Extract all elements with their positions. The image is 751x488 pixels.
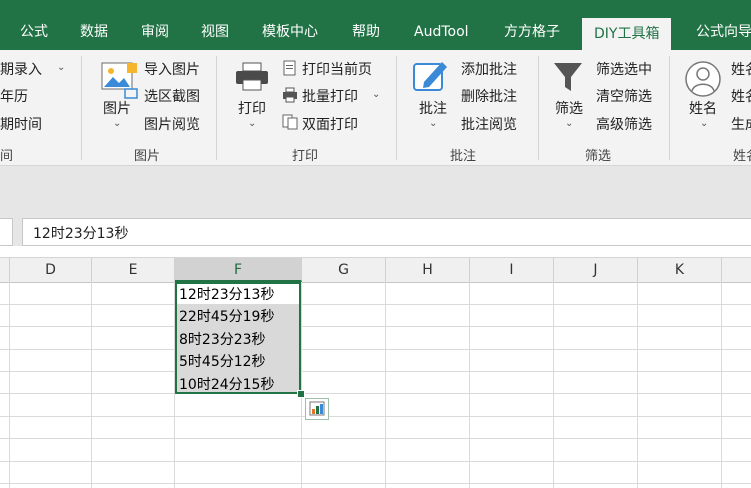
print-big-button[interactable]: 打印 xyxy=(238,98,266,118)
column-header-g[interactable]: G xyxy=(302,258,386,282)
chevron-down-icon: ⌄ xyxy=(565,118,574,129)
toolbar-band xyxy=(0,166,751,214)
tab-fangfang-gezi[interactable]: 方方格子 xyxy=(504,14,560,50)
delete-comment-button[interactable]: 删除批注 xyxy=(461,86,517,106)
picture-viewer-button[interactable]: 图片阅览 xyxy=(144,114,200,134)
ribbon-tab-bar: 公式 数据 审阅 视图 模板中心 帮助 AudTool 方方格子 DIY工具箱 … xyxy=(0,14,751,50)
group-divider xyxy=(216,56,217,160)
chevron-down-icon: ⌄ xyxy=(700,118,709,129)
batch-print-button[interactable]: 批量打印 xyxy=(302,86,358,106)
column-header-stub xyxy=(0,258,10,282)
import-picture-icon xyxy=(126,62,138,74)
column-header-j[interactable]: J xyxy=(554,258,638,282)
name-box[interactable] xyxy=(0,218,13,246)
print-page-icon xyxy=(282,60,298,76)
column-header-k[interactable]: K xyxy=(638,258,722,282)
tab-help[interactable]: 帮助 xyxy=(352,14,380,50)
chevron-down-icon: ⌄ xyxy=(57,62,66,73)
duplex-print-button[interactable]: 双面打印 xyxy=(302,114,358,134)
add-comment-button[interactable]: 添加批注 xyxy=(461,59,517,79)
cell-f3[interactable]: 8时23分23秒 xyxy=(179,329,266,349)
cell-f2[interactable]: 22时45分19秒 xyxy=(179,306,274,326)
group-divider xyxy=(396,56,397,160)
duplex-print-icon xyxy=(282,114,298,130)
group-divider xyxy=(669,56,670,160)
chevron-down-icon: ⌄ xyxy=(429,118,438,129)
column-header-e[interactable]: E xyxy=(92,258,175,282)
print-current-page-button[interactable]: 打印当前页 xyxy=(302,59,372,79)
tab-formulas[interactable]: 公式 xyxy=(20,14,48,50)
comment-group-label: 批注 xyxy=(450,149,477,164)
clear-filter-button[interactable]: 清空筛选 xyxy=(596,86,652,106)
selection-screenshot-button[interactable]: 选区截图 xyxy=(144,86,200,106)
chevron-down-icon: ⌄ xyxy=(248,118,257,129)
formula-value: 12时23分13秒 xyxy=(33,226,129,242)
tab-audtool[interactable]: AudTool xyxy=(414,14,469,50)
comment-big-button[interactable]: 批注 xyxy=(419,98,447,118)
tab-review[interactable]: 审阅 xyxy=(141,14,169,50)
advanced-filter-button[interactable]: 高级筛选 xyxy=(596,114,652,134)
quick-analysis-icon xyxy=(309,401,325,416)
formula-input[interactable]: 12时23分13秒 xyxy=(22,218,751,246)
name-item-button[interactable]: 姓名 xyxy=(731,86,751,106)
chevron-down-icon: ⌄ xyxy=(113,118,122,129)
person-icon[interactable] xyxy=(684,60,722,98)
import-picture-button[interactable]: 导入图片 xyxy=(144,59,200,79)
column-header-f[interactable]: F xyxy=(175,258,302,282)
group-divider xyxy=(538,56,539,160)
chevron-down-icon: ⌄ xyxy=(372,89,381,100)
printer-icon[interactable] xyxy=(234,62,270,92)
comment-edit-icon[interactable] xyxy=(412,58,452,94)
title-bar xyxy=(0,0,751,14)
date-group-label: 间 xyxy=(0,149,14,164)
screenshot-icon xyxy=(124,88,138,100)
gridlines xyxy=(0,282,751,488)
quick-analysis-button[interactable] xyxy=(305,398,329,420)
column-header-d[interactable]: D xyxy=(10,258,92,282)
column-header-stub xyxy=(722,258,751,282)
tab-diy-toolbox[interactable]: DIY工具箱 xyxy=(582,18,672,50)
filter-group-label: 筛选 xyxy=(585,149,612,164)
cell-f1[interactable]: 12时23分13秒 xyxy=(179,284,274,304)
name-big-button[interactable]: 姓名 xyxy=(689,98,717,118)
date-time-button[interactable]: 期时间 xyxy=(0,114,42,134)
funnel-icon[interactable] xyxy=(552,60,584,94)
date-entry-button[interactable]: 期录入 xyxy=(0,59,42,79)
tab-template-center[interactable]: 模板中心 xyxy=(262,14,318,50)
name-group-label: 姓名 xyxy=(733,149,751,164)
filter-big-button[interactable]: 筛选 xyxy=(555,98,583,118)
cell-f4[interactable]: 5时45分12秒 xyxy=(179,351,266,371)
ribbon: 期录入 ⌄ 年历 期时间 间 图片 ⌄ 导入图片 选区截图 图片阅览 图片 打印… xyxy=(0,50,751,166)
name-item-button[interactable]: 姓名 xyxy=(731,59,751,79)
tab-formula-wizard[interactable]: 公式向导 xyxy=(696,14,751,50)
worksheet-grid[interactable] xyxy=(0,282,751,488)
cell-f5[interactable]: 10时24分15秒 xyxy=(179,374,274,394)
comment-viewer-button[interactable]: 批注阅览 xyxy=(461,114,517,134)
print-group-label: 打印 xyxy=(292,149,319,164)
filter-selected-button[interactable]: 筛选选中 xyxy=(596,59,652,79)
batch-print-icon xyxy=(282,87,298,103)
picture-group-label: 图片 xyxy=(134,149,161,164)
column-header-i[interactable]: I xyxy=(470,258,554,282)
generate-button[interactable]: 生成 xyxy=(731,114,751,134)
column-header-h[interactable]: H xyxy=(386,258,470,282)
picture-big-button[interactable]: 图片 xyxy=(103,98,131,118)
fill-handle[interactable] xyxy=(297,390,305,398)
column-headers: D E F G H I J K xyxy=(0,257,751,283)
tab-view[interactable]: 视图 xyxy=(201,14,229,50)
group-divider xyxy=(81,56,82,160)
calendar-button[interactable]: 年历 xyxy=(0,86,28,106)
tab-data[interactable]: 数据 xyxy=(80,14,108,50)
